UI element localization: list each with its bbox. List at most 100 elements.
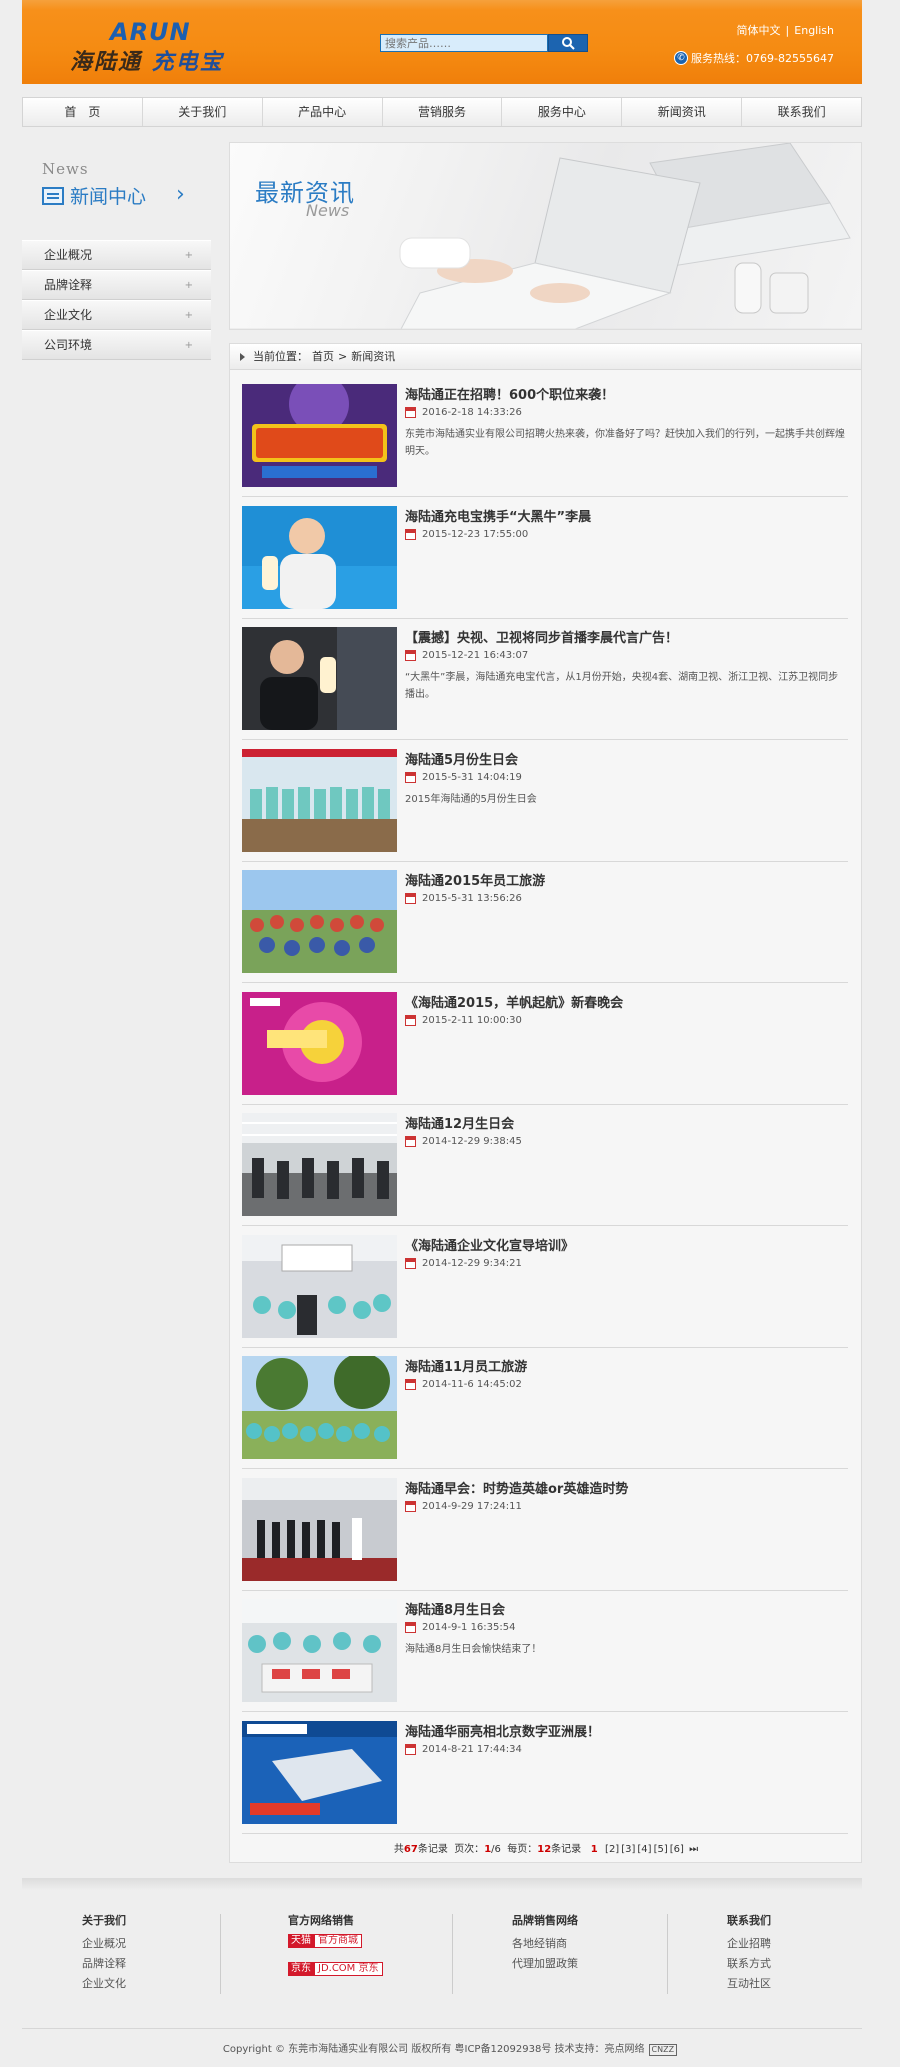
news-thumbnail[interactable] [242, 1599, 397, 1702]
news-item[interactable]: 《海陆通2015，羊帆起航》新春晚会 2015-2-11 10:00:30 [242, 991, 848, 1105]
breadcrumb-home[interactable]: 首页 [312, 344, 334, 369]
pager-link-6[interactable]: [6] [670, 1844, 684, 1855]
footer-link[interactable]: 代理加盟政策 [512, 1954, 578, 1974]
pager-link-5[interactable]: [5] [654, 1844, 668, 1855]
nav-marketing[interactable]: 营销服务 [383, 98, 503, 126]
footer-link[interactable]: 各地经销商 [512, 1934, 578, 1954]
nav-about[interactable]: 关于我们 [143, 98, 263, 126]
news-title[interactable]: 海陆通充电宝携手“大黑牛”李晨 [405, 506, 591, 525]
pager-current-page: 1 [590, 1844, 598, 1855]
sidebar-menu: 企业概况 + 品牌诠释 + 企业文化 + 公司环境 + [22, 240, 211, 360]
news-item[interactable]: 海陆通正在招聘！600个职位来袭！ 2016-2-18 14:33:26 东莞市海陆… [242, 384, 848, 497]
sidebar-item-label: 企业文化 [44, 308, 93, 322]
tmall-label: 官方商城 [314, 1934, 362, 1948]
news-item[interactable]: 海陆通充电宝携手“大黑牛”李晨 2015-12-23 17:55:00 [242, 505, 848, 619]
news-thumbnail[interactable] [242, 627, 397, 730]
news-item[interactable]: 海陆通12月生日会 2014-12-29 9:38:45 [242, 1113, 848, 1226]
calendar-icon [405, 1379, 416, 1390]
news-title[interactable]: 《海陆通2015，羊帆起航》新春晚会 [405, 992, 623, 1011]
news-date: 2014-9-1 16:35:54 [405, 1622, 515, 1633]
news-date-text: 2014-12-29 9:38:45 [422, 1136, 522, 1147]
nav-contact[interactable]: 联系我们 [742, 98, 861, 126]
news-thumbnail[interactable] [242, 1720, 397, 1824]
news-title[interactable]: 海陆通早会：时势造英雄or英雄造时势 [405, 1478, 628, 1497]
news-thumbnail[interactable] [242, 384, 397, 487]
pager-link-4[interactable]: [4] [637, 1844, 651, 1855]
nav-service[interactable]: 服务中心 [502, 98, 623, 126]
footer-link[interactable]: 联系方式 [727, 1954, 771, 1974]
calendar-icon [405, 1500, 416, 1512]
news-date: 2014-12-29 9:38:45 [405, 1136, 522, 1147]
sidebar-title-en: News [42, 160, 89, 178]
search-button[interactable] [548, 34, 588, 52]
cnzz-badge[interactable]: CNZZ [648, 2044, 678, 2056]
news-thumbnail[interactable] [242, 505, 397, 609]
news-thumbnail[interactable] [242, 870, 397, 973]
logo-cn-left: 海陆通 [70, 49, 143, 75]
lang-en-link[interactable]: English [794, 24, 834, 37]
footer-rule [22, 2028, 862, 2029]
plus-icon: + [184, 340, 193, 351]
news-thumbnail[interactable] [242, 991, 397, 1095]
news-item[interactable]: 海陆通2015年员工旅游 2015-5-31 13:56:26 [242, 870, 848, 983]
news-title[interactable]: 海陆通8月生日会 [405, 1599, 505, 1618]
news-title[interactable]: 海陆通5月份生日会 [405, 749, 518, 768]
news-date: 2015-12-21 16:43:07 [405, 650, 528, 661]
sidebar-item-environment[interactable]: 公司环境 + [22, 330, 211, 360]
news-title[interactable]: 《海陆通企业文化宣导培训》 [405, 1235, 574, 1254]
jd-store-link[interactable]: 京东 JD.COM 京东 [288, 1962, 383, 1976]
news-title[interactable]: 海陆通2015年员工旅游 [405, 870, 545, 889]
news-item[interactable]: 海陆通5月份生日会 2015-5-31 14:04:19 2015年海陆通的5月份生… [242, 748, 848, 862]
sidebar-item-overview[interactable]: 企业概况 + [22, 240, 211, 270]
breadcrumb-prefix: 当前位置： [253, 350, 308, 363]
footer-link[interactable]: 企业招聘 [727, 1934, 771, 1954]
footer-link[interactable]: 互动社区 [727, 1974, 771, 1994]
pager-link-3[interactable]: [3] [621, 1844, 635, 1855]
pager-link-2[interactable]: [2] [605, 1844, 619, 1855]
news-summary: 2015年海陆通的5月份生日会 [405, 793, 537, 805]
news-title[interactable]: 海陆通正在招聘！600个职位来袭！ [405, 384, 614, 403]
calendar-icon [405, 650, 416, 661]
last-page-icon[interactable]: ⏭ [689, 1844, 698, 1855]
tmall-store-link[interactable]: 天猫 官方商城 [288, 1934, 383, 1948]
plus-icon: + [184, 280, 193, 291]
news-title[interactable]: 海陆通华丽亮相北京数字亚洲展！ [405, 1721, 600, 1740]
news-thumbnail[interactable] [242, 1477, 397, 1581]
news-thumbnail[interactable] [242, 748, 397, 852]
news-date-text: 2015-2-11 10:00:30 [422, 1014, 522, 1026]
nav-home[interactable]: 首 页 [23, 98, 143, 126]
footer-link[interactable]: 企业文化 [82, 1974, 126, 1994]
footer-contact: 联系我们 企业招聘 联系方式 互动社区 [727, 1912, 771, 1994]
nav-news[interactable]: 新闻资讯 [622, 98, 743, 126]
news-item[interactable]: 海陆通早会：时势造英雄or英雄造时势 2014-9-29 17:24:11 [242, 1477, 848, 1591]
news-item[interactable]: 海陆通11月员工旅游 2014-11-6 14:45:02 [242, 1356, 848, 1469]
news-title[interactable]: 【震撼】央视、卫视将同步首播李晨代言广告！ [405, 627, 678, 646]
footer-link[interactable]: 企业概况 [82, 1934, 126, 1954]
news-summary: 海陆通8月生日会愉快结束了！ [405, 1644, 542, 1655]
lang-cn-link[interactable]: 简体中文 [737, 24, 781, 37]
news-thumbnail[interactable] [242, 1234, 397, 1338]
news-image [242, 627, 397, 730]
nav-products[interactable]: 产品中心 [263, 98, 383, 126]
news-image [242, 748, 397, 852]
footer-link[interactable]: 品牌诠释 [82, 1954, 126, 1974]
news-item[interactable]: 《海陆通企业文化宣导培训》 2014-12-29 9:34:21 [242, 1234, 848, 1348]
news-thumbnail[interactable] [242, 1356, 397, 1459]
calendar-icon [405, 407, 416, 418]
news-title[interactable]: 海陆通11月员工旅游 [405, 1356, 527, 1375]
news-item[interactable]: 海陆通华丽亮相北京数字亚洲展！ 2014-8-21 17:44:34 [242, 1720, 848, 1834]
calendar-icon [405, 1743, 416, 1755]
news-image [242, 1356, 397, 1459]
sidebar-item-brand[interactable]: 品牌诠释 + [22, 270, 211, 300]
news-item[interactable]: 海陆通8月生日会 2014-9-1 16:35:54 海陆通8月生日会愉快结束了！ [242, 1599, 848, 1712]
search-input[interactable] [380, 34, 548, 52]
sidebar-item-culture[interactable]: 企业文化 + [22, 300, 211, 330]
pagination: 共67条记录 页次：1/6 每页：12条记录 1 [2] [3] [4] [5] [6]… [230, 1840, 863, 1855]
news-title[interactable]: 海陆通12月生日会 [405, 1113, 514, 1132]
copyright-text: Copyright © 东莞市海陆通实业有限公司 版权所有 粤ICP备12092… [222, 2044, 645, 2055]
news-item[interactable]: 【震撼】央视、卫视将同步首播李晨代言广告！ 2015-12-21 16:43:07… [242, 627, 848, 740]
footer-about-title: 关于我们 [82, 1914, 126, 1927]
logo[interactable]: ARUN 海陆通 充电宝 [70, 14, 300, 75]
tmall-logo: 天猫 [288, 1934, 314, 1948]
news-thumbnail[interactable] [242, 1113, 397, 1216]
